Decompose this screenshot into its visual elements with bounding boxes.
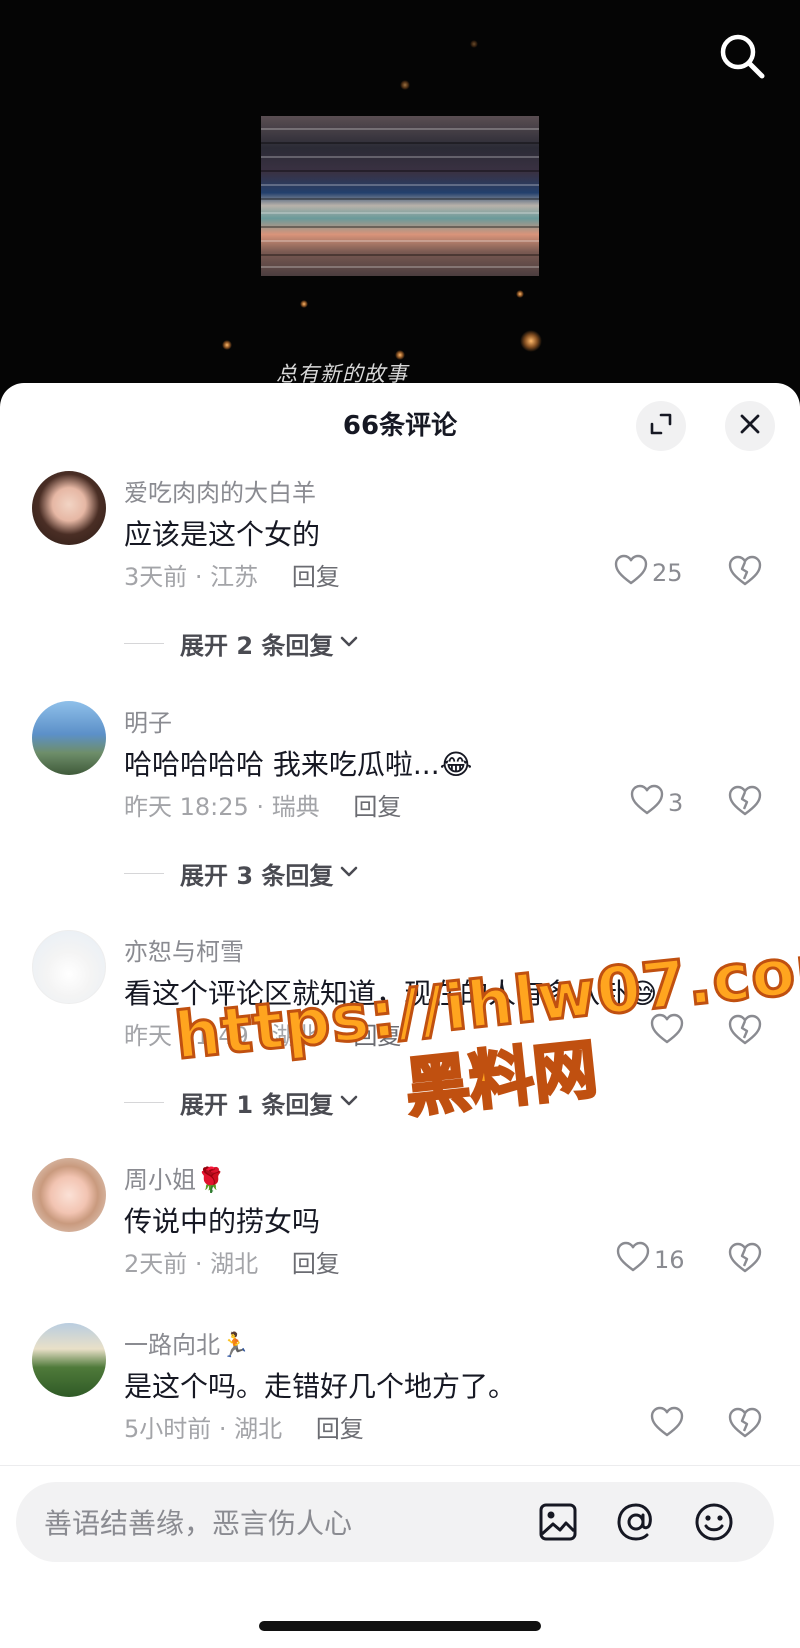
expand-replies[interactable]: 展开 3 条回复	[124, 855, 359, 891]
comment-sheet: 66条评论 爱吃肉肉的大白羊 应该是这个女的 3天前 · 江苏 回复 25 展开…	[0, 383, 800, 1648]
comment-item: 明子 哈哈哈哈哈 我来吃瓜啦...😂 昨天 18:25 · 瑞典 回复 3	[0, 701, 800, 861]
like-count: 3	[668, 789, 684, 817]
reply-button[interactable]: 回复	[353, 793, 401, 821]
comment-username[interactable]: 明子	[124, 703, 172, 738]
expand-icon	[649, 412, 673, 440]
comment-meta: 3天前 · 江苏 回复	[124, 563, 340, 591]
expand-replies-label: 展开 1 条回复	[180, 1090, 334, 1119]
like-button[interactable]	[650, 1406, 688, 1444]
comment-input[interactable]	[42, 1482, 526, 1564]
avatar[interactable]	[32, 1158, 106, 1232]
comment-text: 哈哈哈哈哈 我来吃瓜啦...😂	[124, 748, 473, 781]
comment-time: 3天前	[124, 563, 188, 591]
comment-location: 湖北	[271, 1022, 320, 1050]
comment-location: 江苏	[210, 563, 259, 591]
emoji-icon[interactable]	[692, 1500, 736, 1544]
avatar[interactable]	[32, 930, 106, 1004]
reply-button[interactable]: 回复	[292, 563, 340, 591]
comment-text: 应该是这个女的	[124, 518, 321, 551]
avatar[interactable]	[32, 701, 106, 775]
input-divider	[0, 1465, 800, 1466]
comment-username[interactable]: 周小姐🌹	[124, 1160, 226, 1195]
spark-decoration	[222, 340, 232, 350]
close-sheet-button[interactable]	[725, 401, 775, 451]
dislike-button[interactable]	[728, 1407, 762, 1443]
avatar[interactable]	[32, 471, 106, 545]
image-icon[interactable]	[536, 1500, 580, 1544]
comment-meta: 2天前 · 湖北 回复	[124, 1250, 340, 1278]
spark-decoration	[470, 40, 478, 48]
dislike-button[interactable]	[728, 1242, 762, 1278]
like-button[interactable]	[650, 1013, 688, 1051]
heart-icon	[650, 1406, 684, 1444]
broken-heart-icon	[728, 1014, 762, 1050]
home-indicator[interactable]	[259, 1621, 541, 1631]
broken-heart-icon	[728, 555, 762, 591]
comment-item: 周小姐🌹 传说中的捞女吗 2天前 · 湖北 回复 16	[0, 1158, 800, 1318]
comment-item: 爱吃肉肉的大白羊 应该是这个女的 3天前 · 江苏 回复 25	[0, 471, 800, 631]
expand-replies[interactable]: 展开 2 条回复	[124, 625, 359, 661]
heart-icon	[630, 784, 664, 822]
dislike-button[interactable]	[728, 785, 762, 821]
expand-replies[interactable]: 展开 1 条回复	[124, 1084, 359, 1120]
dislike-button[interactable]	[728, 555, 762, 591]
comment-text: 传说中的捞女吗	[124, 1205, 321, 1238]
comment-text: 看这个评论区就知道，现在的人有多八卦😅	[124, 977, 658, 1010]
at-icon[interactable]	[614, 1500, 658, 1544]
reply-button[interactable]: 回复	[353, 1022, 401, 1050]
like-button[interactable]: 25	[614, 554, 683, 592]
comment-time: 昨天 21:49	[124, 1022, 249, 1050]
comment-username[interactable]: 亦恕与柯雪	[124, 932, 244, 967]
comment-meta: 5小时前 · 湖北 回复	[124, 1415, 364, 1443]
heart-icon	[650, 1013, 684, 1051]
comment-text: 是这个吗。走错好几个地方了。	[124, 1370, 517, 1403]
comment-time: 5小时前	[124, 1415, 212, 1443]
spark-decoration	[516, 290, 524, 298]
comment-username[interactable]: 一路向北🏃	[124, 1325, 250, 1360]
expand-replies-label: 展开 2 条回复	[180, 631, 334, 660]
divider	[124, 1101, 164, 1103]
comment-meta: 昨天 18:25 · 瑞典 回复	[124, 793, 402, 821]
broken-heart-icon	[728, 1407, 762, 1443]
like-button[interactable]: 16	[616, 1241, 685, 1279]
heart-icon	[616, 1241, 650, 1279]
comment-input-bar	[16, 1482, 774, 1564]
like-button[interactable]: 3	[630, 784, 683, 822]
comment-meta: 昨天 21:49 · 湖北 回复	[124, 1022, 402, 1050]
video-frame-books	[261, 116, 539, 276]
divider	[124, 642, 164, 644]
expand-replies-label: 展开 3 条回复	[180, 861, 334, 890]
spark-decoration	[300, 300, 308, 308]
expand-sheet-button[interactable]	[636, 401, 686, 451]
like-count: 16	[654, 1246, 685, 1274]
like-count: 25	[652, 559, 683, 587]
divider	[124, 872, 164, 874]
comment-time: 2天前	[124, 1250, 188, 1278]
comment-location: 瑞典	[271, 793, 320, 821]
close-icon	[738, 412, 762, 440]
comment-time: 昨天 18:25	[124, 793, 249, 821]
spark-decoration	[520, 330, 542, 352]
comment-item: 一路向北🏃 是这个吗。走错好几个地方了。 5小时前 · 湖北 回复	[0, 1323, 800, 1483]
broken-heart-icon	[728, 1242, 762, 1278]
reply-button[interactable]: 回复	[292, 1250, 340, 1278]
reply-button[interactable]: 回复	[316, 1415, 364, 1443]
chevron-down-icon	[339, 864, 359, 883]
video-player[interactable]: 总有新的故事	[0, 0, 800, 400]
spark-decoration	[400, 80, 410, 90]
search-icon[interactable]	[716, 30, 768, 82]
comment-username[interactable]: 爱吃肉肉的大白羊	[124, 473, 316, 508]
chevron-down-icon	[339, 634, 359, 653]
heart-icon	[614, 554, 648, 592]
dislike-button[interactable]	[728, 1014, 762, 1050]
avatar[interactable]	[32, 1323, 106, 1397]
broken-heart-icon	[728, 785, 762, 821]
comment-item: 亦恕与柯雪 看这个评论区就知道，现在的人有多八卦😅 昨天 21:49 · 湖北 …	[0, 930, 800, 1090]
chevron-down-icon	[339, 1093, 359, 1112]
comment-location: 湖北	[234, 1415, 283, 1443]
comment-location: 湖北	[210, 1250, 259, 1278]
